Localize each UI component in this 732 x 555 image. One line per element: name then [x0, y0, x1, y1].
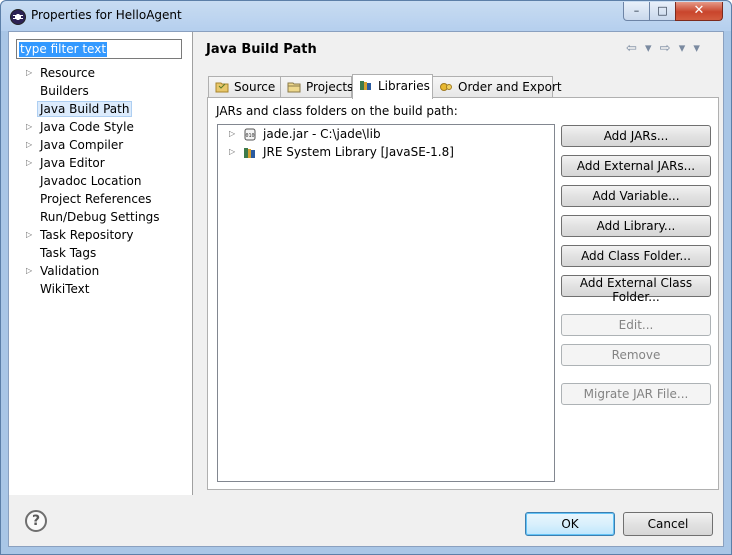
eclipse-icon	[10, 9, 26, 25]
chevron-right-icon[interactable]: ▷	[26, 226, 32, 244]
chevron-right-icon[interactable]: ▷	[26, 154, 32, 172]
cancel-button[interactable]: Cancel	[623, 512, 713, 536]
property-tree-pane: type filter text ▷Resource Builders Java…	[9, 32, 193, 495]
tree-item-task-repository[interactable]: ▷ Task Repository	[9, 226, 192, 244]
tree-item-java-compiler[interactable]: ▷ Java Compiler	[9, 136, 192, 154]
tab-order-and-export[interactable]: Order and Export	[432, 76, 562, 98]
tree-item-java-build-path[interactable]: Java Build Path	[9, 100, 192, 118]
projects-folder-icon	[287, 82, 301, 93]
tree-item-run-debug-settings[interactable]: Run/Debug Settings	[9, 208, 192, 226]
chevron-right-icon[interactable]: ▷	[229, 125, 235, 143]
library-item-jade-jar[interactable]: ▷ 010 jade.jar - C:\jade\lib	[218, 125, 554, 143]
tree-item-resource[interactable]: ▷ Resource	[9, 64, 192, 82]
svg-text:010: 010	[245, 133, 254, 139]
property-tree: ▷ Resource Builders Java Build Path ▷ Java…	[9, 64, 192, 298]
dialog-client-area: type filter text ▷Resource Builders Java…	[8, 31, 724, 547]
ok-button[interactable]: OK	[525, 512, 615, 536]
dialog-footer: ? OK Cancel	[9, 495, 723, 546]
tab-projects[interactable]: Projects	[280, 76, 353, 98]
chevron-right-icon[interactable]: ▷	[229, 143, 235, 161]
chevron-right-icon[interactable]: ▷	[26, 262, 32, 280]
tree-item-javadoc-location[interactable]: Javadoc Location	[9, 172, 192, 190]
add-library-button[interactable]: Add Library...	[561, 215, 711, 237]
chevron-right-icon[interactable]: ▷	[26, 64, 32, 82]
add-class-folder-button[interactable]: Add Class Folder...	[561, 245, 711, 267]
tree-item-validation[interactable]: ▷ Validation	[9, 262, 192, 280]
chevron-right-icon[interactable]: ▷	[26, 118, 32, 136]
edit-button[interactable]: Edit...	[561, 314, 711, 336]
libraries-label: JARs and class folders on the build path…	[216, 104, 458, 118]
properties-window: Properties for HelloAgent – □ ✕ type fil…	[0, 0, 732, 555]
maximize-button[interactable]: □	[649, 2, 676, 21]
library-icon	[244, 148, 255, 158]
filter-input-text: type filter text	[19, 42, 108, 57]
tree-item-task-tags[interactable]: Task Tags	[9, 244, 192, 262]
tree-item-java-editor[interactable]: ▷ Java Editor	[9, 154, 192, 172]
add-variable-button[interactable]: Add Variable...	[561, 185, 711, 207]
libraries-panel: JARs and class folders on the build path…	[207, 97, 719, 490]
add-jars-button[interactable]: Add JARs...	[561, 125, 711, 147]
close-button[interactable]: ✕	[675, 2, 723, 21]
libraries-icon	[360, 81, 371, 90]
help-icon[interactable]: ?	[25, 510, 47, 532]
library-tree[interactable]: ▷ 010 jade.jar - C:\jade\lib ▷ JRE Syste…	[217, 124, 555, 482]
add-external-class-folder-button[interactable]: Add External Class Folder...	[561, 275, 711, 304]
tree-item-builders[interactable]: Builders	[9, 82, 192, 100]
tab-libraries[interactable]: Libraries	[352, 74, 433, 99]
library-item-jre-system-library[interactable]: ▷ JRE System Library [JavaSE-1.8]	[218, 143, 554, 161]
source-folder-icon	[215, 82, 229, 93]
migrate-jar-button[interactable]: Migrate JAR File...	[561, 383, 711, 405]
title-bar[interactable]: Properties for HelloAgent – □ ✕	[1, 1, 731, 31]
jar-icon: 010	[244, 128, 256, 141]
tree-item-wikitext[interactable]: WikiText	[9, 280, 192, 298]
chevron-right-icon[interactable]: ▷	[26, 136, 32, 154]
remove-button[interactable]: Remove	[561, 344, 711, 366]
tree-item-project-references[interactable]: Project References	[9, 190, 192, 208]
order-export-icon	[440, 83, 452, 91]
window-title: Properties for HelloAgent	[31, 8, 182, 22]
minimize-button[interactable]: –	[623, 2, 650, 21]
add-external-jars-button[interactable]: Add External JARs...	[561, 155, 711, 177]
tab-source[interactable]: Source	[208, 76, 281, 98]
tree-item-java-code-style[interactable]: ▷ Java Code Style	[9, 118, 192, 136]
history-nav-icon[interactable]: ⇦ ▾ ⇨ ▾ ▾	[626, 41, 702, 56]
